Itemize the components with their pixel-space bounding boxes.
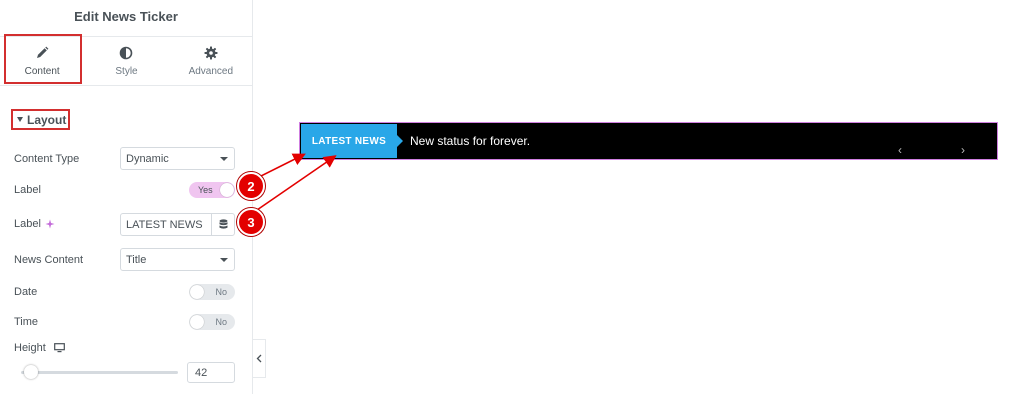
label-toggle-value: Yes [198,185,213,195]
panel-tabs: Content Style Advanced [0,36,253,86]
height-input[interactable]: 42 [187,362,235,383]
label-toggle[interactable]: Yes [189,182,235,198]
height-row: Height [14,336,236,360]
label-text-value: LATEST NEWS [126,218,203,231]
editor-panel: Edit News Ticker Content Style Advanced … [0,0,253,394]
label-text-input[interactable]: LATEST NEWS [120,213,212,236]
date-toggle-value: No [215,287,227,297]
dynamic-tags-button[interactable] [211,213,235,236]
ai-sparkle-icon[interactable] [45,219,55,229]
tab-advanced[interactable]: Advanced [169,37,253,85]
ticker-label: LATEST NEWS [301,124,403,158]
tab-advanced-label: Advanced [188,65,234,77]
half-circle-icon [120,46,133,59]
ticker-prev-button[interactable]: ‹ [898,144,902,156]
news-content-select[interactable]: Title [120,248,235,271]
chevron-down-icon [220,157,228,161]
panel-title: Edit News Ticker [74,8,178,24]
annotation-marker-3: 3 [237,208,265,236]
content-type-label: Content Type [14,153,80,165]
collapse-panel-button[interactable] [253,339,266,378]
time-label: Time [14,316,39,328]
content-type-value: Dynamic [126,152,169,165]
caret-down-icon [17,117,23,122]
height-label: Height [14,342,120,354]
content-type-select[interactable]: Dynamic [120,147,235,170]
section-layout-title: Layout [27,112,67,127]
tab-style[interactable]: Style [84,37,168,85]
annotation-marker-2: 2 [237,172,265,200]
height-slider-track[interactable] [21,371,178,374]
height-value: 42 [195,366,208,379]
label-text-caption: Label [14,218,41,230]
chevron-left-icon [256,354,262,363]
toggle-knob [190,285,204,299]
ticker-next-button[interactable]: › [961,144,965,156]
tab-content[interactable]: Content [0,37,84,85]
toggle-knob [220,183,234,197]
database-icon [219,219,227,229]
pencil-icon [37,46,49,58]
chevron-down-icon [220,258,228,262]
height-slider-handle[interactable] [24,365,38,379]
gear-icon [204,46,218,59]
ticker-news-item[interactable]: New status for forever. [410,134,530,148]
tab-style-label: Style [115,65,138,77]
label-switch-label: Label [14,184,41,196]
date-label: Date [14,286,38,298]
tab-content-label: Content [24,65,60,77]
time-toggle-value: No [215,317,227,327]
section-layout[interactable]: Layout [11,109,70,130]
height-caption: Height [14,342,46,354]
date-toggle[interactable]: No [189,284,235,300]
desktop-icon[interactable] [53,343,65,353]
toggle-knob [190,315,204,329]
news-ticker: LATEST NEWS New status for forever. ‹ › [299,122,998,160]
news-content-value: Title [126,253,147,266]
time-toggle[interactable]: No [189,314,235,330]
news-content-label: News Content [14,254,84,266]
label-text-label: Label [14,218,120,230]
